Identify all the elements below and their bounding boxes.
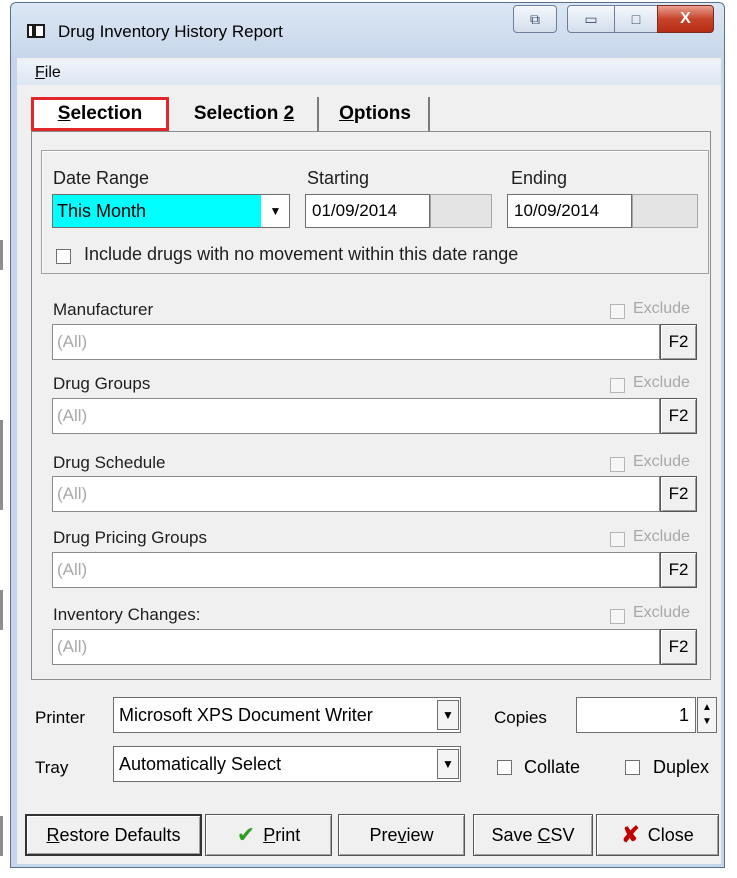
chevron-down-icon[interactable]: ▼ [437,749,459,779]
start-time-field [430,194,492,228]
drug-groups-exclude-label: Exclude [633,374,690,391]
inventory-changes-label: Inventory Changes: [53,605,201,624]
background-fragment [0,816,3,856]
window-title: Drug Inventory History Report [58,22,283,41]
background-fragment [0,590,3,630]
drug-schedule-label: Drug Schedule [53,453,166,472]
drug-schedule-f2-button[interactable]: F2 [660,476,697,512]
background-fragment [0,420,3,510]
chevron-down-icon[interactable]: ▼ [437,700,459,730]
maximize-button[interactable]: □ [614,5,658,33]
drug-pricing-groups-field[interactable]: (All) [52,552,660,588]
maximize-icon: □ [631,11,641,27]
minimize-button[interactable]: ▭ [567,5,615,33]
drug-groups-exclude-checkbox [610,378,625,393]
drug-schedule-exclude-checkbox [610,457,625,472]
manufacturer-exclude-label: Exclude [633,300,690,317]
drug-pricing-groups-f2-button[interactable]: F2 [660,552,697,588]
tab-options[interactable]: Options [322,97,430,131]
window-close-button[interactable]: X [657,5,714,33]
printer-value: Microsoft XPS Document Writer [119,705,373,725]
inventory-changes-f2-button[interactable]: F2 [660,629,697,665]
preview-button[interactable]: Preview [338,814,465,856]
date-range-label: Date Range [53,168,150,188]
menu-bar [17,61,721,85]
close-icon: X [680,10,691,27]
include-no-movement-label: Include drugs with no movement within th… [84,244,519,264]
manufacturer-field[interactable]: (All) [52,324,660,360]
menu-file[interactable]: File [35,64,61,82]
restore-defaults-button[interactable]: Restore Defaults [25,814,202,856]
include-no-movement-checkbox[interactable] [56,249,71,264]
tray-value: Automatically Select [119,754,282,774]
date-range-value: This Month [53,195,261,227]
close-x-icon: ✘ [621,822,640,847]
spin-down-icon[interactable]: ▼ [702,715,712,729]
chevron-down-icon[interactable]: ▼ [262,195,289,227]
tab-selection[interactable]: Selection [31,97,169,131]
drug-groups-label: Drug Groups [53,374,151,393]
collate-checkbox[interactable] [497,760,512,775]
background-fragment [0,240,3,270]
starting-label: Starting [307,168,370,188]
manufacturer-exclude-checkbox [610,304,625,319]
inventory-changes-exclude-checkbox [610,609,625,624]
manufacturer-label: Manufacturer [53,300,154,319]
end-date-field[interactable]: 10/09/2014 [507,194,632,228]
ending-label: Ending [511,168,568,188]
copies-spinner[interactable]: ▲ ▼ [697,697,717,733]
close-button[interactable]: ✘ Close [596,814,719,856]
duplex-checkbox[interactable] [625,760,640,775]
duplex-label: Duplex [653,757,710,777]
save-csv-button[interactable]: Save CSV [473,814,593,856]
drug-pricing-groups-exclude-checkbox [610,532,625,547]
drug-groups-f2-button[interactable]: F2 [660,398,697,434]
tab-selection-2[interactable]: Selection 2 [171,97,319,131]
print-button[interactable]: ✔ Print [205,814,332,856]
drug-schedule-exclude-label: Exclude [633,453,690,470]
drug-groups-field[interactable]: (All) [52,398,660,434]
printer-label: Printer [35,708,86,727]
inventory-changes-field[interactable]: (All) [52,629,660,665]
collate-label: Collate [524,757,581,777]
drug-pricing-groups-label: Drug Pricing Groups [53,528,208,547]
spin-up-icon[interactable]: ▲ [702,701,712,715]
copies-label: Copies [494,708,547,727]
manufacturer-f2-button[interactable]: F2 [660,324,697,360]
end-time-field [632,194,698,228]
app-icon [27,24,45,38]
minimize-icon: ▭ [584,10,598,27]
inventory-changes-exclude-label: Exclude [633,604,690,621]
drug-pricing-groups-exclude-label: Exclude [633,528,690,545]
check-mark-icon: ✔ [236,822,256,847]
restore-icon: ⧉ [530,10,540,27]
start-date-field[interactable]: 01/09/2014 [305,194,430,228]
restore-window-button[interactable]: ⧉ [513,5,557,33]
drug-schedule-field[interactable]: (All) [52,476,660,512]
tray-label: Tray [35,758,69,777]
copies-field[interactable]: 1 [576,697,696,733]
